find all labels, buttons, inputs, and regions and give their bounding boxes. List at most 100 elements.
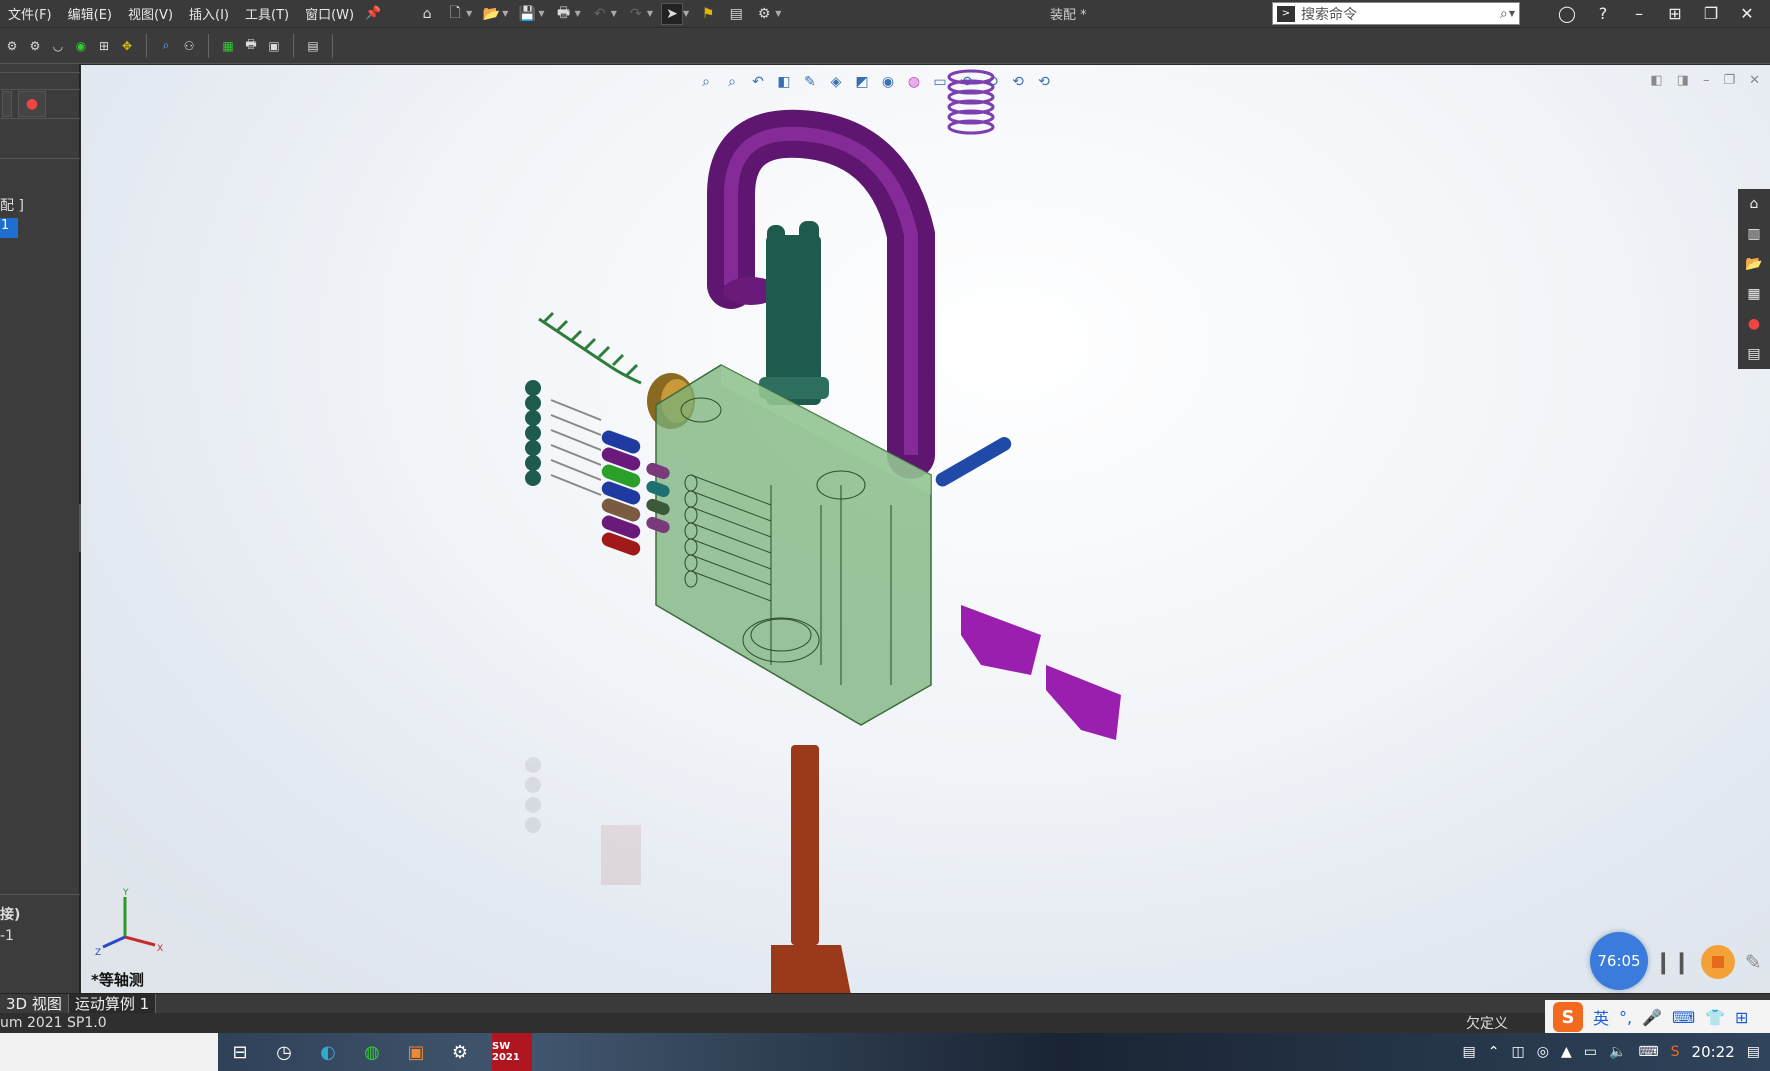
volume-icon[interactable]: 🔈 xyxy=(1609,1044,1626,1060)
menu-edit[interactable]: 编辑(E) xyxy=(60,4,120,23)
quick-access-toolbar: ⌂ 🗋 ▼ 📂 ▼ 💾 ▼ 🖶 ▼ ↶ ▼ ↷ ▼ ➤ ▼ ⚑ ▤ ⚙ ▼ xyxy=(416,2,783,25)
tab-appearance[interactable]: ● xyxy=(18,91,46,117)
open-folder-icon[interactable]: 📂 xyxy=(480,3,502,25)
select-cursor-icon[interactable]: ➤ xyxy=(661,2,684,25)
pin-icon[interactable]: 📌 xyxy=(362,3,384,25)
gear-icon[interactable]: ⚙ xyxy=(2,36,22,56)
mate-icon[interactable]: ◉ xyxy=(71,36,91,56)
notification-icon[interactable]: ▤ xyxy=(1747,1044,1760,1060)
network-icon[interactable]: ◫ xyxy=(1512,1044,1525,1060)
tile-icon[interactable]: ⊞ xyxy=(1664,3,1686,25)
task-pane-tabs: ⌂ ▥ 📂 ▦ ● ▤ xyxy=(1738,189,1770,369)
battery-icon[interactable]: ▭ xyxy=(1584,1044,1597,1060)
tree-item-selected[interactable]: 1 xyxy=(0,218,18,238)
punctuation-icon[interactable]: °, xyxy=(1619,1008,1632,1027)
chevron-down-icon[interactable]: ▼ xyxy=(1509,9,1515,18)
gear-icon[interactable]: ⚙ xyxy=(753,3,775,25)
chevron-down-icon[interactable]: ▼ xyxy=(647,9,653,18)
clock[interactable]: 20:22 xyxy=(1692,1043,1735,1061)
news-icon[interactable]: ▤ xyxy=(1463,1044,1476,1060)
store-icon[interactable]: ▣ xyxy=(404,1041,428,1063)
chevron-down-icon[interactable]: ▼ xyxy=(611,9,617,18)
menu-insert[interactable]: 插入(I) xyxy=(181,4,237,23)
custom-properties-icon[interactable]: ▤ xyxy=(1742,343,1766,365)
search-box[interactable]: > 搜索命令 ⌕ ▼ xyxy=(1272,2,1520,25)
chevron-down-icon[interactable]: ▼ xyxy=(502,9,508,18)
file-properties-icon[interactable]: ▤ xyxy=(725,3,747,25)
binoculars-icon[interactable]: ⚇ xyxy=(179,36,199,56)
tab-feature-tree[interactable] xyxy=(2,91,12,117)
sogou-icon[interactable]: S xyxy=(1553,1002,1583,1032)
tree-item-instance[interactable]: -1 xyxy=(0,928,14,944)
edge-icon[interactable]: ◐ xyxy=(316,1041,340,1063)
print-icon[interactable]: 🖶 xyxy=(241,36,261,56)
menu-tools[interactable]: 工具(T) xyxy=(237,4,297,23)
tree-item-connections[interactable]: 接) xyxy=(0,904,20,924)
ime-language[interactable]: 英 xyxy=(1593,1005,1609,1029)
latch-parts xyxy=(961,605,1121,740)
triad-y-label: Y xyxy=(122,888,129,898)
clock-app-icon[interactable]: ◷ xyxy=(272,1041,296,1063)
home-icon[interactable]: ⌂ xyxy=(416,3,438,25)
menu-window[interactable]: 窗口(W) xyxy=(297,4,362,23)
tab-3d-view[interactable]: 3D 视图 xyxy=(0,993,69,1014)
globe-icon[interactable]: ◎ xyxy=(1537,1044,1549,1060)
document-icon[interactable]: ▤ xyxy=(303,36,323,56)
traffic-light-icon[interactable]: ⚑ xyxy=(697,3,719,25)
bucket-icon[interactable]: ◡ xyxy=(48,36,68,56)
appearances-icon[interactable]: ● xyxy=(1742,313,1766,335)
recording-timer[interactable]: 76:05 xyxy=(1590,932,1648,990)
chevron-up-icon[interactable]: ⌃ xyxy=(1488,1044,1500,1060)
chevron-down-icon[interactable]: ▼ xyxy=(683,9,689,18)
settings-icon[interactable]: ⚙ xyxy=(448,1041,472,1063)
graphics-viewport[interactable]: ⌕ ⌕ ↶ ◧ ✎ ◈ ◩ ◉ ◍ ▭ ⟲ ⟲ ⟲ ⟲ ◧ ◨ – ❐ ✕ ⌂ … xyxy=(81,65,1770,994)
stop-button[interactable] xyxy=(1700,945,1735,979)
input-icon[interactable]: ⌨ xyxy=(1638,1044,1658,1060)
pause-icon[interactable]: ❙❙ xyxy=(1654,950,1691,975)
file-explorer-icon[interactable]: 📂 xyxy=(1742,253,1766,275)
redo-icon[interactable]: ↷ xyxy=(625,3,647,25)
grid-icon[interactable]: ⊞ xyxy=(1735,1008,1748,1027)
minimize-icon[interactable]: – xyxy=(1628,3,1650,25)
assembly-icon[interactable]: ⚙ xyxy=(25,36,45,56)
user-icon[interactable]: ◯ xyxy=(1556,3,1578,25)
excel-icon[interactable]: ▦ xyxy=(218,36,238,56)
measure-icon[interactable]: ⊞ xyxy=(94,36,114,56)
home-icon[interactable]: ⌂ xyxy=(1742,193,1766,215)
zoom-icon[interactable]: ⌕ xyxy=(156,36,176,56)
drive-icon[interactable]: ▲ xyxy=(1561,1044,1572,1060)
print-icon[interactable]: 🖶 xyxy=(553,3,575,25)
key xyxy=(771,745,851,994)
chevron-down-icon[interactable]: ▼ xyxy=(538,9,544,18)
help-icon[interactable]: ? xyxy=(1592,3,1614,25)
menu-file[interactable]: 文件(F) xyxy=(0,4,60,23)
pen-icon[interactable]: ✎ xyxy=(1745,950,1762,974)
skin-icon[interactable]: 👕 xyxy=(1705,1008,1725,1027)
view-palette-icon[interactable]: ▦ xyxy=(1742,283,1766,305)
menu-view[interactable]: 视图(V) xyxy=(120,4,181,23)
window-controls: ◯ ? – ⊞ ❐ ✕ xyxy=(1556,0,1770,27)
move-component-icon[interactable]: ✥ xyxy=(117,36,137,56)
restore-icon[interactable]: ❐ xyxy=(1700,3,1722,25)
chevron-down-icon[interactable]: ▼ xyxy=(466,9,472,18)
keyboard-icon[interactable]: ⌨ xyxy=(1672,1008,1695,1027)
chevron-down-icon[interactable]: ▼ xyxy=(775,9,781,18)
task-view-icon[interactable]: ⊟ xyxy=(228,1041,252,1063)
pin-column xyxy=(525,380,541,486)
close-icon[interactable]: ✕ xyxy=(1736,3,1758,25)
solidworks-taskbar-icon[interactable]: SW 2021 xyxy=(492,1033,532,1071)
image-icon[interactable]: ▣ xyxy=(264,36,284,56)
save-icon[interactable]: 💾 xyxy=(516,3,538,25)
tab-motion-study[interactable]: 运动算例 1 xyxy=(68,993,157,1014)
design-library-icon[interactable]: ▥ xyxy=(1742,223,1766,245)
new-document-icon[interactable]: 🗋 xyxy=(444,3,466,25)
taskbar-search-area[interactable] xyxy=(0,1033,218,1071)
tree-item-assembly[interactable]: 配 ] xyxy=(0,195,24,215)
panel-divider xyxy=(0,158,80,159)
undo-icon[interactable]: ↶ xyxy=(589,3,611,25)
toolbar-separator xyxy=(293,33,294,58)
sogou-tray-icon[interactable]: S xyxy=(1671,1044,1680,1060)
chevron-down-icon[interactable]: ▼ xyxy=(575,9,581,18)
microphone-icon[interactable]: 🎤 xyxy=(1642,1008,1662,1027)
wechat-icon[interactable]: ◍ xyxy=(360,1041,384,1063)
